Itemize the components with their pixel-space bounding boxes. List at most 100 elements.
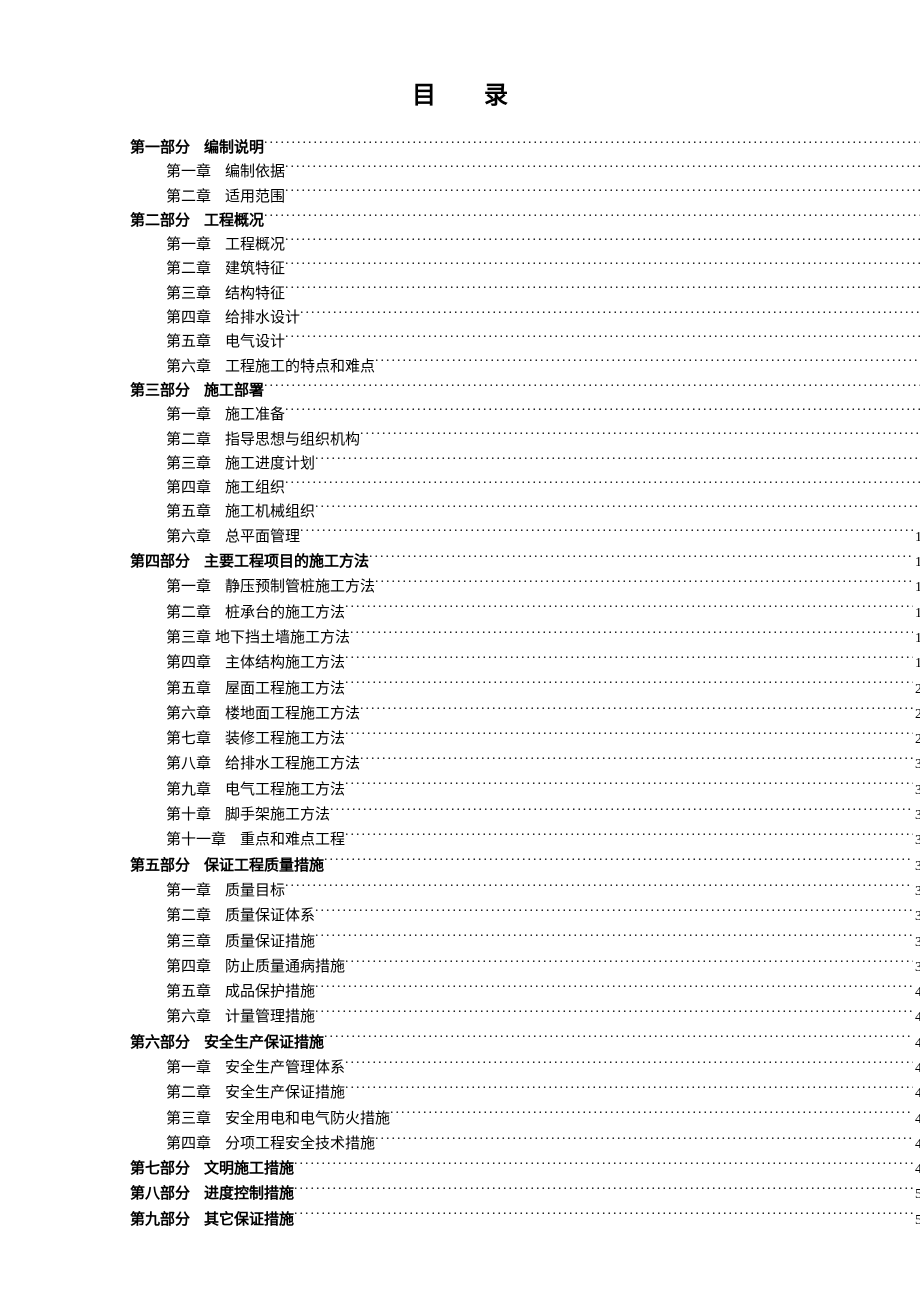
toc-entry[interactable]: 第五章屋面工程施工方法2 [130,677,920,702]
toc-entry[interactable]: 第六章总平面管理1 [130,525,920,550]
toc-entry[interactable]: 第十章脚手架施工方法3 [130,803,920,828]
toc-entry-text: 静压预制管桩施工方法 [225,579,375,595]
toc-entry-page: 4 [913,1133,920,1157]
toc-entry-page: 3 [913,956,920,980]
toc-entry-prefix: 第一章 [166,879,211,903]
toc-entry[interactable]: 第四章防止质量通病措施 3 [130,955,920,980]
toc-entry[interactable]: 第六章楼地面工程施工方法2 [130,702,920,727]
toc-entry-text: 安全生产管理体系 [225,1060,345,1076]
toc-entry[interactable]: 第九章电气工程施工方法3 [130,778,920,803]
toc-leader-dots [285,283,920,298]
toc-leader-dots [285,258,920,273]
toc-entry-text: 质量目标 [225,883,285,899]
toc-entry[interactable]: 第三章施工进度计划 [130,452,920,476]
toc-entry[interactable]: 第六章工程施工的特点和难点 [130,355,920,379]
toc-entry[interactable]: 第四章施工组织 [130,476,920,500]
toc-entry-prefix: 第四章 [166,476,211,500]
toc-entry-text: 地下挡土墙施工方法 [215,630,350,646]
toc-entry-text: 屋面工程施工方法 [225,681,345,697]
toc-entry[interactable]: 第四章分项工程安全技术措施4 [130,1132,920,1157]
toc-entry-prefix: 第五章 [166,980,211,1004]
toc-entry-label: 第三章结构特征 [166,282,285,306]
toc-entry[interactable]: 第八部分进度控制措施5 [130,1182,920,1207]
toc-entry-prefix: 第二部分 [130,209,190,233]
toc-entry[interactable]: 第一章安全生产管理体系4 [130,1056,920,1081]
toc-entry-prefix: 第二章 [166,904,211,928]
toc-entry[interactable]: 第三章地下挡土墙施工方法1 [130,626,920,651]
toc-entry-text: 给排水工程施工方法 [225,756,360,772]
toc-entry[interactable]: 第四部分主要工程项目的施工方法1 [130,550,920,575]
toc-entry[interactable]: 第八章给排水工程施工方法3 [130,752,920,777]
toc-entry-label: 第六章计量管理措施 [166,1005,315,1029]
toc-leader-dots [285,477,920,492]
toc-leader-dots [315,931,913,946]
toc-entry-text: 质量保证体系 [225,908,315,924]
toc-entry-prefix: 第二章 [166,1081,211,1105]
toc-entry[interactable]: 第二章安全生产保证措施4 [130,1081,920,1106]
toc-entry-prefix: 第三章 [166,930,211,954]
toc-entry-page: 1 [913,526,920,550]
toc-entry[interactable]: 第一章工程概况 [130,233,920,257]
toc-entry[interactable]: 第五章施工机械组织 [130,500,920,524]
toc-entry[interactable]: 第二章指导思想与组织机构 [130,428,920,452]
toc-entry[interactable]: 第五部分保证工程质量措施3 [130,854,920,879]
toc-entry-label: 第二部分工程概况 [130,209,264,233]
toc-entry[interactable]: 第三部分施工部署 [130,379,920,403]
toc-entry-label: 第二章安全生产保证措施 [166,1081,345,1105]
toc-entry[interactable]: 第六部分安全生产保证措施4 [130,1031,920,1056]
toc-entry[interactable]: 第十一章重点和难点工程3 [130,828,920,853]
toc-entry[interactable]: 第一章静压预制管桩施工方法1 [130,575,920,600]
toc-entry[interactable]: 第九部分其它保证措施5 [130,1208,920,1233]
toc-entry-text: 桩承台的施工方法 [225,605,345,621]
toc-entry[interactable]: 第一章施工准备 [130,403,920,427]
toc-entry[interactable]: 第一章编制依据 [130,160,920,184]
toc-entry[interactable]: 第五章成品保护措施4 [130,980,920,1005]
toc-entry[interactable]: 第一部分编制说明 [130,136,920,160]
toc-entry-prefix: 第一部分 [130,136,190,160]
toc-entry[interactable]: 第二章适用范围 [130,185,920,209]
toc-entry[interactable]: 第四章给排水设计 [130,306,920,330]
toc-entry[interactable]: 第一章质量目标 3 [130,879,920,904]
toc-entry-prefix: 第一章 [166,1056,211,1080]
toc-entry-prefix: 第八部分 [130,1182,190,1206]
toc-entry[interactable]: 第二章建筑特征 [130,257,920,281]
toc-entry-label: 第二章质量保证体系 [166,904,315,928]
toc-entry-label: 第四章防止质量通病措施 [166,955,345,979]
toc-entry[interactable]: 第五章电气设计 [130,330,920,354]
toc-leader-dots [324,1032,913,1047]
toc-entry[interactable]: 第四章主体结构施工方法1 [130,651,920,676]
toc-entry-page: 1 [913,627,920,651]
toc-entry-prefix: 第七章 [166,727,211,751]
toc-entry-page: 3 [913,880,920,904]
toc-entry-page: 3 [913,779,920,803]
toc-leader-dots [294,1183,913,1198]
toc-leader-dots [375,356,920,371]
toc-entry[interactable]: 第三章安全用电和电气防火措施 4 [130,1107,920,1132]
toc-entry-prefix: 第一章 [166,160,211,184]
toc-entry[interactable]: 第二章质量保证体系3 [130,904,920,929]
toc-leader-dots [315,501,920,516]
toc-entry-prefix: 第四章 [166,1132,211,1156]
toc-entry-page: 3 [913,829,920,853]
toc-entry[interactable]: 第七部分文明施工措施4 [130,1157,920,1182]
toc-entry-label: 第一章工程概况 [166,233,285,257]
toc-entry[interactable]: 第三章质量保证措施3 [130,930,920,955]
toc-entry-text: 建筑特征 [225,261,285,277]
toc-entry[interactable]: 第二章桩承台的施工方法1 [130,601,920,626]
toc-entry-label: 第一部分编制说明 [130,136,264,160]
toc-entry[interactable]: 第六章计量管理措施4 [130,1005,920,1030]
toc-entry[interactable]: 第三章结构特征 [130,282,920,306]
toc-entry-prefix: 第三部分 [130,379,190,403]
toc-entry-text: 防止质量通病措施 [225,959,345,975]
toc-entry[interactable]: 第七章装修工程施工方法2 [130,727,920,752]
toc-leader-dots [315,905,913,920]
toc-entry-label: 第三章安全用电和电气防火措施 [166,1107,390,1131]
toc-entry[interactable]: 第二部分工程概况 [130,209,920,233]
toc-entry-page: 4 [913,1108,920,1132]
toc-leader-dots [285,331,920,346]
toc-entry-prefix: 第一章 [166,575,211,599]
toc-leader-dots [390,1108,913,1123]
toc-entry-label: 第三章质量保证措施 [166,930,315,954]
toc-entry-prefix: 第四部分 [130,550,190,574]
toc-entry-page: 2 [913,728,920,752]
